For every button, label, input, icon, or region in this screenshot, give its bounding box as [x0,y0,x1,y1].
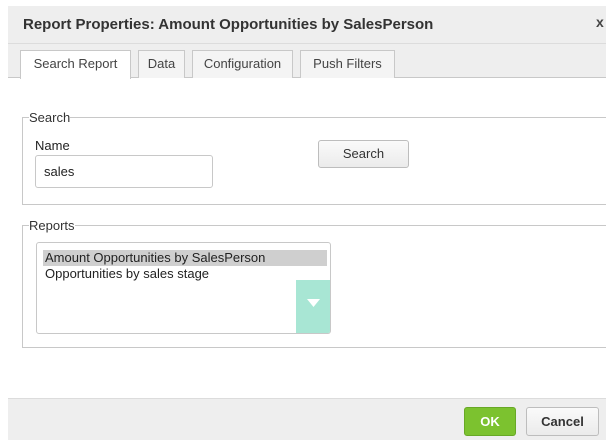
search-button[interactable]: Search [318,140,409,168]
dialog-titlebar: Report Properties: Amount Opportunities … [8,6,606,44]
chevron-down-icon [307,299,320,307]
ok-button[interactable]: OK [464,407,516,436]
reports-listbox[interactable]: Amount Opportunities by SalesPerson Oppo… [36,242,331,334]
tab-push-filters[interactable]: Push Filters [300,50,395,78]
name-label: Name [35,138,70,153]
cancel-button[interactable]: Cancel [526,407,599,436]
tab-strip: Search Report Data Configuration Push Fi… [8,44,606,79]
search-legend: Search [29,110,71,125]
dialog-title: Report Properties: Amount Opportunities … [23,16,434,33]
tab-search-report[interactable]: Search Report [20,50,131,79]
tab-configuration[interactable]: Configuration [192,50,293,78]
close-icon[interactable]: x [596,14,604,30]
reports-legend: Reports [29,218,75,233]
scroll-down-button[interactable] [296,280,330,333]
list-item[interactable]: Opportunities by sales stage [43,266,209,282]
name-input[interactable] [35,155,213,188]
tab-data[interactable]: Data [138,50,185,78]
dialog-footer: OK Cancel [8,398,606,440]
list-item[interactable]: Amount Opportunities by SalesPerson [43,250,327,266]
